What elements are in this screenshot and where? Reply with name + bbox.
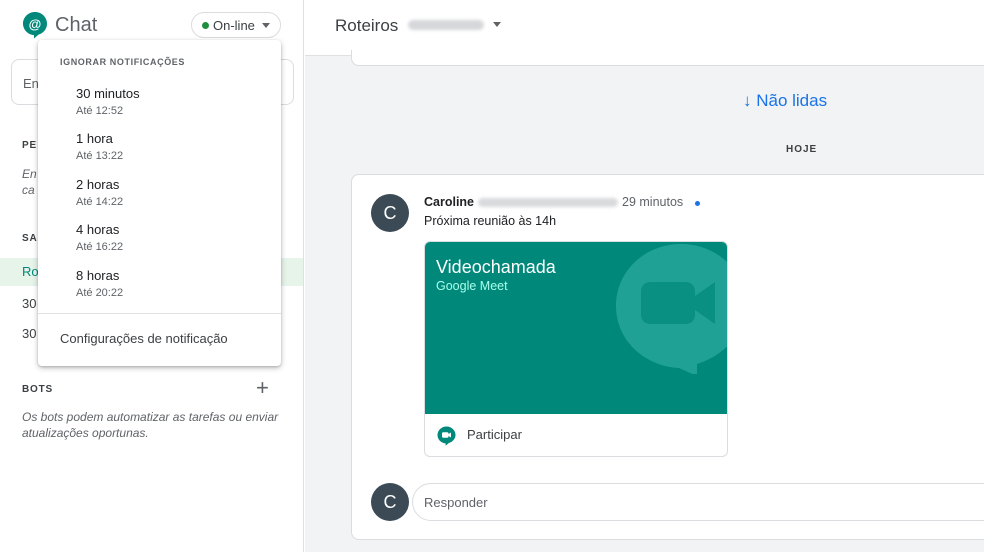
blurred-sender-surname: [478, 198, 618, 207]
menu-item-subtitle: Até 13:22: [76, 150, 124, 162]
app-title: Chat: [55, 14, 98, 36]
sidebar-room-item[interactable]: 30: [22, 296, 36, 311]
menu-item-title: 4 horas: [76, 222, 120, 237]
meet-camera-icon: [616, 244, 727, 374]
menu-item-8-hours[interactable]: 8 horas Até 20:22: [38, 264, 281, 308]
add-bot-button[interactable]: +: [256, 377, 269, 399]
people-empty-text-line2: ca: [22, 183, 35, 197]
message-thread-card: C Caroline 29 minutos Próxima reunião às…: [351, 174, 984, 540]
menu-item-30-minutes[interactable]: 30 minutos Até 12:52: [38, 82, 281, 126]
status-label: On-line: [213, 17, 255, 33]
blurred-participants: [408, 20, 484, 30]
menu-item-title: 30 minutos: [76, 86, 140, 101]
section-people-label: PE: [22, 140, 37, 151]
section-rooms-label: SA: [22, 233, 38, 244]
section-bots-label: BOTS: [22, 384, 53, 395]
menu-item-subtitle: Até 16:22: [76, 241, 124, 253]
notification-snooze-menu: IGNORAR NOTIFICAÇÕES 30 minutos Até 12:5…: [38, 40, 281, 366]
chevron-down-icon: [261, 22, 270, 28]
notification-settings-item[interactable]: Configurações de notificação: [60, 331, 228, 346]
menu-item-title: 8 horas: [76, 268, 120, 283]
room-title[interactable]: Roteiros: [335, 16, 398, 36]
menu-item-1-hour[interactable]: 1 hora Até 13:22: [38, 127, 281, 171]
video-call-subtitle: Google Meet: [436, 279, 508, 293]
menu-item-2-hours[interactable]: 2 horas Até 14:22: [38, 173, 281, 217]
reply-input[interactable]: Responder: [412, 483, 984, 521]
message-text: Próxima reunião às 14h: [424, 214, 557, 228]
meet-icon: [437, 426, 456, 446]
menu-item-subtitle: Até 12:52: [76, 105, 124, 117]
avatar-letter: C: [383, 491, 397, 512]
join-call-label: Participar: [467, 427, 522, 442]
menu-item-title: 2 horas: [76, 177, 120, 192]
video-call-banner[interactable]: Videochamada Google Meet: [425, 242, 727, 414]
menu-divider: [38, 313, 281, 314]
chat-main-area: Roteiros ↓ Não lidas HOJE C Caroline 29 …: [305, 0, 984, 552]
video-call-card: Videochamada Google Meet Participar: [424, 241, 728, 457]
online-status-dot: [202, 21, 209, 29]
room-header: Roteiros: [305, 0, 984, 56]
menu-item-subtitle: Até 20:22: [76, 287, 124, 299]
search-text: En: [23, 76, 39, 91]
join-call-button[interactable]: Participar: [425, 414, 727, 456]
sidebar-room-item[interactable]: 30: [22, 326, 36, 341]
message-time: 29 minutos: [622, 195, 684, 209]
date-divider: HOJE: [786, 144, 818, 155]
status-dropdown-button[interactable]: On-line: [191, 12, 281, 38]
avatar-letter: C: [383, 202, 397, 223]
unread-jump-link[interactable]: ↓ Não lidas: [743, 91, 827, 111]
video-call-title: Videochamada: [436, 257, 556, 277]
bots-description: Os bots podem automatizar as tarefas ou …: [22, 410, 279, 440]
menu-header: IGNORAR NOTIFICAÇÕES: [60, 57, 186, 67]
avatar: C: [371, 483, 409, 521]
sender-name: Caroline: [424, 195, 475, 209]
chevron-down-icon[interactable]: [493, 22, 501, 27]
room-item-label: Ro: [22, 264, 39, 279]
chat-logo-icon: @: [23, 12, 47, 39]
avatar[interactable]: C: [371, 194, 409, 232]
previous-message-card: [351, 50, 984, 66]
unread-indicator-dot: [695, 201, 700, 206]
menu-item-title: 1 hora: [76, 131, 113, 146]
menu-item-4-hours[interactable]: 4 horas Até 16:22: [38, 218, 281, 262]
svg-text:@: @: [29, 17, 42, 32]
menu-item-subtitle: Até 14:22: [76, 196, 124, 208]
reply-placeholder: Responder: [424, 495, 488, 510]
people-empty-text-line1: En: [22, 167, 37, 181]
